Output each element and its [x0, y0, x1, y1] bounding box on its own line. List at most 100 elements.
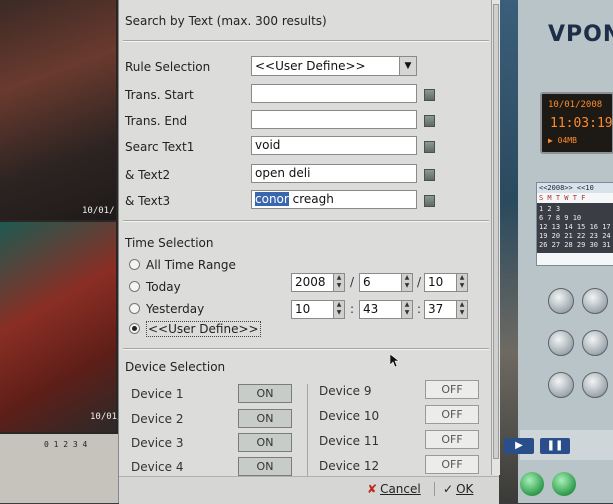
green-round-button[interactable] [520, 472, 544, 496]
chevron-down-icon[interactable]: ▼ [399, 57, 416, 75]
device-label: Device 1 [131, 387, 184, 401]
device-toggle-button[interactable]: ON [238, 433, 292, 452]
radio-label: All Time Range [146, 258, 236, 272]
radio-label: <<User Define>> [146, 321, 261, 337]
control-round-button[interactable] [582, 288, 608, 314]
spin-arrows-icon[interactable]: ▲ ▼ [333, 274, 344, 291]
date-separator: / [350, 275, 355, 289]
calendar-row[interactable]: 26 27 28 29 30 31 [539, 241, 612, 250]
time-selection-label: Time Selection [125, 236, 214, 250]
divider [307, 384, 308, 484]
divider [123, 40, 489, 42]
cancel-label: Cancel [380, 482, 421, 496]
field-enable-indicator[interactable] [424, 141, 435, 153]
close-icon: ✘ [367, 482, 378, 496]
search-text1-input[interactable]: void [251, 136, 417, 155]
scrollbar-thumb[interactable] [493, 4, 499, 459]
second-spinbox[interactable]: 37 ▲ ▼ [424, 300, 468, 319]
device-toggle-button[interactable]: ON [238, 457, 292, 476]
radio-all-time-range[interactable]: All Time Range [129, 258, 236, 272]
control-round-button[interactable] [582, 330, 608, 356]
month-spinbox[interactable]: 6 ▲ ▼ [359, 273, 413, 292]
day-spinbox[interactable]: 10 ▲ ▼ [424, 273, 468, 292]
calendar-weekdays: S M T W T F [539, 194, 586, 202]
radio-user-define[interactable]: <<User Define>> [129, 321, 261, 337]
radio-circle[interactable] [129, 323, 140, 334]
device-toggle-button[interactable]: OFF [425, 430, 479, 449]
radio-circle[interactable] [129, 281, 140, 292]
divider [123, 220, 489, 222]
time-separator: : [417, 302, 422, 316]
radio-circle[interactable] [129, 259, 140, 270]
text3-label: & Text3 [125, 194, 171, 208]
calendar-row[interactable]: 6 7 8 9 10 [539, 214, 612, 223]
lcd-mode: ▶ 04MB [548, 136, 577, 145]
calendar[interactable]: <<2008>> <<10 S M T W T F 1 2 3 6 7 8 9 … [536, 182, 613, 266]
control-round-button[interactable] [548, 288, 574, 314]
selected-text: conor [255, 192, 289, 206]
hour-value: 10 [295, 302, 311, 316]
calendar-row[interactable]: 12 13 14 15 16 17 [539, 223, 612, 232]
radio-today[interactable]: Today [129, 280, 181, 294]
device-toggle-button[interactable]: ON [238, 384, 292, 403]
rule-selection-dropdown[interactable]: <<User Define>> ▼ [251, 56, 417, 76]
lcd-display: 10/01/2008 11:03:19 ▶ 04MB [540, 92, 613, 154]
control-round-button[interactable] [548, 330, 574, 356]
device-label: Device 9 [319, 384, 372, 398]
trans-end-label: Trans. End [125, 114, 188, 128]
mouse-cursor-icon [390, 354, 400, 368]
field-enable-indicator[interactable] [424, 89, 435, 101]
trans-end-input[interactable] [251, 110, 417, 129]
field-enable-indicator[interactable] [424, 169, 435, 181]
cancel-button[interactable]: ✘ Cancel [367, 482, 421, 496]
day-value: 10 [428, 275, 444, 289]
minute-value: 43 [363, 302, 379, 316]
channel-ruler: 0 1 2 3 4 [44, 440, 88, 449]
calendar-row[interactable]: 1 2 3 [539, 205, 612, 214]
year-spinbox[interactable]: 2008 ▲ ▼ [291, 273, 345, 292]
rule-selection-value: <<User Define>> [255, 59, 366, 73]
calendar-row[interactable]: 19 20 21 22 23 24 [539, 232, 612, 241]
minute-spinbox[interactable]: 43 ▲ ▼ [359, 300, 413, 319]
time-separator: : [350, 302, 355, 316]
spin-arrows-icon[interactable]: ▲ ▼ [401, 301, 412, 318]
month-value: 6 [363, 275, 371, 289]
spin-arrows-icon[interactable]: ▲ ▼ [401, 274, 412, 291]
spin-arrows-icon[interactable]: ▲ ▼ [333, 301, 344, 318]
divider [123, 348, 489, 350]
trans-start-input[interactable] [251, 84, 417, 103]
radio-yesterday[interactable]: Yesterday [129, 302, 204, 316]
lcd-date: 10/01/2008 [548, 100, 603, 110]
calendar-days[interactable]: 1 2 3 6 7 8 9 10 12 13 14 15 16 17 19 20… [537, 203, 613, 253]
field-enable-indicator[interactable] [424, 195, 435, 207]
search-text1-label: Searc Text1 [125, 140, 195, 154]
field-enable-indicator[interactable] [424, 115, 435, 127]
camera-view-1 [0, 0, 116, 220]
camera-timestamp: 10/01/ [82, 206, 115, 216]
device-toggle-button[interactable]: OFF [425, 380, 479, 399]
device-toggle-button[interactable]: ON [238, 409, 292, 428]
text2-input[interactable]: open deli [251, 164, 417, 183]
spin-arrows-icon[interactable]: ▲ ▼ [456, 301, 467, 318]
play-icon[interactable]: ▶ [504, 438, 534, 454]
lcd-time: 11:03:19 [550, 116, 613, 131]
year-value: 2008 [295, 275, 326, 289]
vertical-scrollbar[interactable] [491, 0, 500, 475]
input-text: creagh [288, 192, 334, 206]
radio-circle[interactable] [129, 303, 140, 314]
text3-input[interactable]: conor creagh [251, 190, 417, 209]
control-round-button[interactable] [548, 372, 574, 398]
device-label: Device 4 [131, 460, 184, 474]
brand-logo: VPON [548, 22, 613, 47]
second-value: 37 [428, 302, 444, 316]
spin-arrows-icon[interactable]: ▲ ▼ [456, 274, 467, 291]
control-round-button[interactable] [582, 372, 608, 398]
ok-button[interactable]: ✓ OK [434, 482, 473, 496]
hour-spinbox[interactable]: 10 ▲ ▼ [291, 300, 345, 319]
device-toggle-button[interactable]: OFF [425, 455, 479, 474]
green-round-button[interactable] [552, 472, 576, 496]
device-toggle-button[interactable]: OFF [425, 405, 479, 424]
calendar-header[interactable]: <<2008>> <<10 [537, 183, 613, 193]
device-label: Device 2 [131, 412, 184, 426]
pause-icon[interactable]: ❚❚ [540, 438, 570, 454]
